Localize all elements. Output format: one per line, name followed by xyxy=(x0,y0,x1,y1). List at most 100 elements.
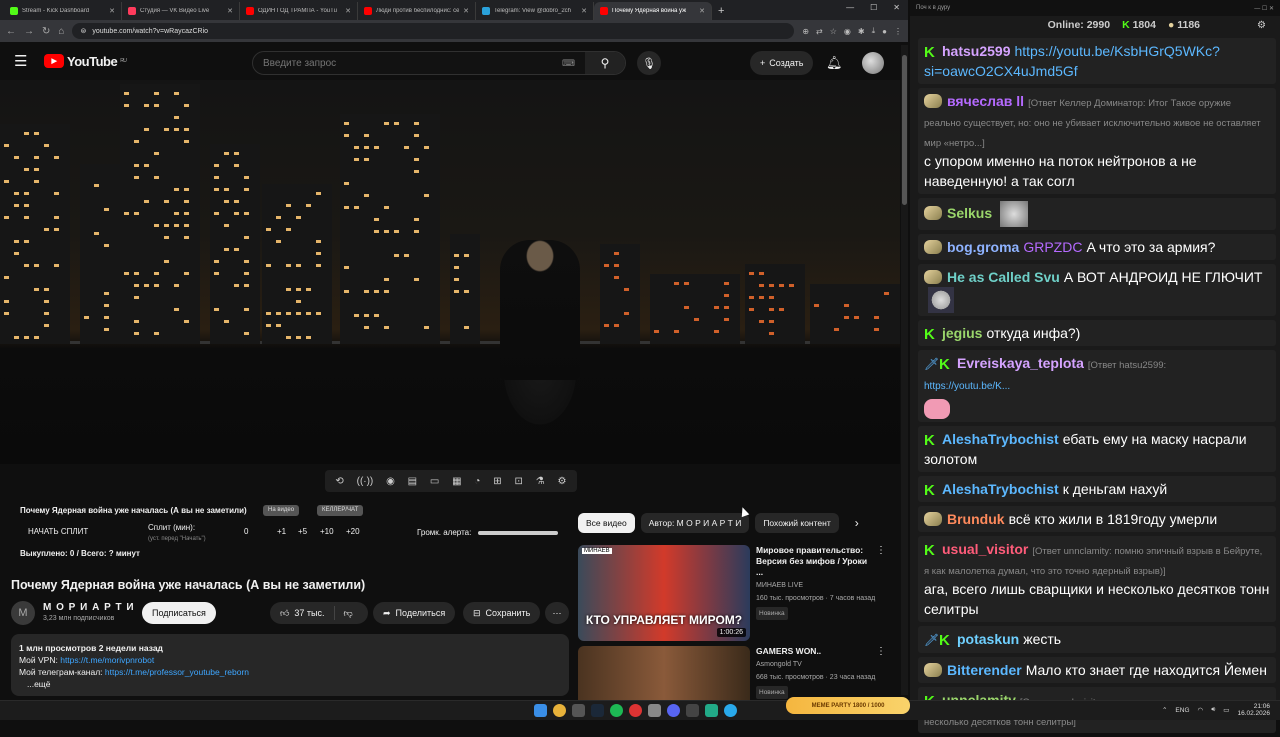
tab-close-icon[interactable]: ✕ xyxy=(345,7,351,15)
chat-username[interactable]: He as Called Svu xyxy=(947,269,1060,285)
chip-related[interactable]: Похожий контент xyxy=(755,513,839,533)
overlay-badge-1[interactable]: На видео xyxy=(263,505,300,516)
dislike-icon[interactable]: 👎︎ xyxy=(344,608,353,619)
rec-channel[interactable]: МИНАЕВ LIVE xyxy=(756,580,886,591)
loop-icon[interactable]: ⟲ xyxy=(335,476,343,487)
chat-mention[interactable]: GRPZDC xyxy=(1023,239,1082,255)
new-tab-button[interactable]: + xyxy=(712,2,730,20)
tab-close-icon[interactable]: ✕ xyxy=(227,7,233,15)
rec-thumbnail[interactable]: МИНАЕВ КТО УПРАВЛЯЕТ МИРОМ? 1:00:26 xyxy=(578,545,750,641)
share-button[interactable]: ➦ Поделиться xyxy=(373,602,456,624)
rec-title[interactable]: Мировое правительство: Версия без мифов … xyxy=(756,545,886,578)
download-icon[interactable]: ⤓ xyxy=(872,26,876,36)
settings-gear-icon[interactable]: ⚙ xyxy=(557,476,566,487)
split-plus-1[interactable]: +1 xyxy=(277,527,286,536)
rec-menu-icon[interactable]: ⋮ xyxy=(876,646,886,657)
tray-arrow-icon[interactable]: ⌃ xyxy=(1162,706,1167,714)
volume-icon[interactable]: 🔊︎ xyxy=(1211,706,1215,714)
eye-icon[interactable]: ◉ xyxy=(386,476,395,487)
vpn-link[interactable]: https://t.me/morivpnrobot xyxy=(60,655,154,665)
browser-tab[interactable]: Люди против беспилоднис: сем ✕ xyxy=(358,2,476,20)
chat-username[interactable]: hatsu2599 xyxy=(942,43,1010,59)
chat-username[interactable]: AleshaTrybochist xyxy=(942,431,1059,447)
telegram-icon[interactable] xyxy=(724,704,737,717)
recommendation-item[interactable]: GAMERS WON.. Asmongold TV 668 тыс. просм… xyxy=(578,646,886,700)
create-button[interactable]: + Создать xyxy=(750,51,814,75)
browser-menu-icon[interactable]: ⋮ xyxy=(894,27,902,36)
tab-close-icon[interactable]: ✕ xyxy=(109,7,115,15)
chat-username[interactable]: potaskun xyxy=(957,631,1019,647)
close-window-icon[interactable]: ✕ xyxy=(893,3,900,12)
chat-username[interactable]: Bitterender xyxy=(947,662,1022,678)
maximize-icon[interactable]: ☐ xyxy=(870,3,877,12)
chip-author[interactable]: Автор: М О Р И А Р Т И xyxy=(640,513,750,533)
page-scrollbar[interactable] xyxy=(901,45,908,695)
rec-channel[interactable]: Asmongold TV xyxy=(756,659,886,670)
reload-icon[interactable]: ↻ xyxy=(42,26,50,37)
spotify-icon[interactable] xyxy=(610,704,623,717)
chat-username[interactable]: AleshaTrybochist xyxy=(942,481,1059,497)
chip-all-videos[interactable]: Все видео xyxy=(578,513,635,533)
app2-icon[interactable] xyxy=(686,704,699,717)
puzzle-icon[interactable]: ✱ xyxy=(858,27,865,36)
home-icon[interactable]: ⌂ xyxy=(58,26,64,37)
minimize-icon[interactable]: — xyxy=(846,3,854,12)
chat-username[interactable]: вячеслав ll xyxy=(947,93,1024,109)
youtube-logo[interactable]: ▶ YouTube RU xyxy=(44,54,127,69)
more-actions-button[interactable]: ⋯ xyxy=(545,602,569,624)
subscribe-button[interactable]: Подписаться xyxy=(142,602,216,624)
meme-party-widget[interactable]: MEME PARTY 1800 / 1000 xyxy=(786,697,910,714)
chat-username[interactable]: usual_visitor xyxy=(942,541,1028,557)
search-button[interactable]: ⚲ xyxy=(585,52,625,74)
profile-icon[interactable]: ● xyxy=(882,27,887,36)
chips-next-icon[interactable]: › xyxy=(855,516,859,530)
split-plus-10[interactable]: +10 xyxy=(320,527,334,536)
chat-settings-icon[interactable]: ⚙ xyxy=(1257,20,1266,31)
browser-tab[interactable]: ОДИН ГОД ТРАМПА - YouTu ✕ xyxy=(240,2,358,20)
description-more[interactable]: ...ещё xyxy=(19,678,561,690)
windows-start-icon[interactable] xyxy=(534,704,547,717)
zoom-icon[interactable]: ⊕ xyxy=(802,27,809,36)
chat-window-controls[interactable]: — ☐ ✕ xyxy=(1254,5,1274,12)
account-avatar[interactable] xyxy=(862,52,884,74)
tab-close-icon[interactable]: ✕ xyxy=(699,7,705,15)
browser-tab[interactable]: Telegram: View @dobro_2ch ✕ xyxy=(476,2,594,20)
steam-icon[interactable] xyxy=(591,704,604,717)
pip-icon[interactable]: ▭ xyxy=(430,476,439,487)
chat-username[interactable]: Brunduk xyxy=(947,511,1005,527)
site-info-icon[interactable]: ⊜ xyxy=(80,27,86,35)
chat-username[interactable]: bog.groma xyxy=(947,239,1019,255)
scrollbar-thumb[interactable] xyxy=(902,55,907,205)
split-plus-5[interactable]: +5 xyxy=(298,527,307,536)
clock[interactable]: 21:06 16.02.2026 xyxy=(1237,703,1270,717)
browser-tab[interactable]: Студия — VK Видео Live ✕ xyxy=(122,2,240,20)
start-split-button[interactable]: НАЧАТЬ СПЛИТ xyxy=(28,527,88,536)
app3-icon[interactable] xyxy=(705,704,718,717)
rec-menu-icon[interactable]: ⋮ xyxy=(876,545,886,556)
keyboard-icon[interactable]: ⌨ xyxy=(562,58,575,69)
chat-link[interactable]: https://youtu.be/K... xyxy=(924,381,1010,392)
video-player[interactable] xyxy=(0,80,900,464)
browser-tab[interactable]: Почему Ядерная война уж ✕ xyxy=(594,2,712,20)
back-icon[interactable]: ← xyxy=(6,26,16,37)
translate-icon[interactable]: ⇄ xyxy=(816,27,823,36)
recommendation-item[interactable]: МИНАЕВ КТО УПРАВЛЯЕТ МИРОМ? 1:00:26 Миро… xyxy=(578,545,886,641)
explorer-icon[interactable] xyxy=(572,704,585,717)
voice-search-button[interactable]: 🎙︎ xyxy=(637,51,661,75)
save-button[interactable]: ⊟ Сохранить xyxy=(463,602,541,624)
add-frame-icon[interactable]: ⊞ xyxy=(493,476,501,487)
film-icon[interactable]: ▦ xyxy=(452,476,461,487)
browser-tab[interactable]: Stream - Kick Dashboard ✕ xyxy=(4,2,122,20)
screenshot-icon[interactable]: ⊡ xyxy=(514,476,522,487)
url-field[interactable]: ⊜ youtube.com/watch?v=wRaycazCRio xyxy=(72,23,795,39)
telegram-link[interactable]: https://t.me/professor_youtube_reborn xyxy=(105,667,249,677)
split-plus-20[interactable]: +20 xyxy=(346,527,360,536)
overlay-badge-2[interactable]: КЕЛЛЕР/ЧАТ xyxy=(317,505,364,516)
forward-icon[interactable]: → xyxy=(24,26,34,37)
tab-close-icon[interactable]: ✕ xyxy=(463,7,469,15)
chat-username[interactable]: Selkus xyxy=(947,205,992,221)
like-count[interactable]: 37 тыс. xyxy=(294,608,324,618)
chrome-icon[interactable] xyxy=(553,704,566,717)
speed-icon[interactable]: ◔ xyxy=(474,476,480,487)
search-input[interactable] xyxy=(253,57,562,69)
